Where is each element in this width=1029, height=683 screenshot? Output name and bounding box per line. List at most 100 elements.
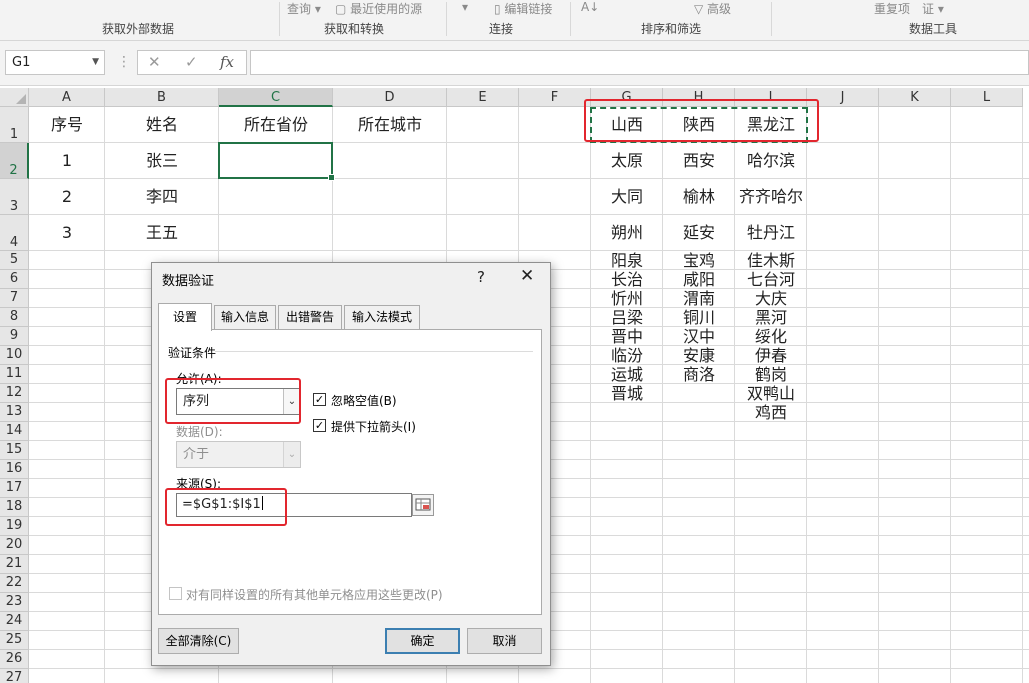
cell-a4[interactable]: 3 [29,215,105,251]
query-button[interactable]: 查询 ▾ [287,0,321,17]
cell-h9[interactable]: 汉中 [663,327,735,346]
apply-all-label[interactable]: 对有同样设置的所有其他单元格应用这些更改(P) [186,586,443,603]
name-box-dropdown-icon[interactable]: ▼ [92,51,99,74]
cell-i6[interactable]: 七台河 [735,270,807,289]
row-header-17[interactable]: 17 [0,479,29,498]
cell-b3[interactable]: 李四 [105,179,219,215]
row-header-24[interactable]: 24 [0,612,29,631]
cell-i3[interactable]: 齐齐哈尔 [735,179,807,215]
cell-g8[interactable]: 吕梁 [591,308,663,327]
row-header-21[interactable]: 21 [0,555,29,574]
ignore-blank-checkbox[interactable]: ✓ [313,393,326,406]
formula-input[interactable] [250,50,1029,75]
cell-g10[interactable]: 临汾 [591,346,663,365]
row-header-16[interactable]: 16 [0,460,29,479]
enter-formula-icon[interactable]: ✓ [185,53,198,71]
row-header-3[interactable]: 3 [0,179,29,215]
column-header-k[interactable]: K [879,88,951,107]
column-header-e[interactable]: E [447,88,519,107]
cell-g4[interactable]: 朔州 [591,215,663,251]
row-header-7[interactable]: 7 [0,289,29,308]
row-header-5[interactable]: 5 [0,251,29,270]
data-validation-button[interactable]: 证 ▾ [922,0,944,17]
cell-a2[interactable]: 1 [29,143,105,179]
cell-a3[interactable]: 2 [29,179,105,215]
row-header-12[interactable]: 12 [0,384,29,403]
cell-h11[interactable]: 商洛 [663,365,735,384]
cell-b1[interactable]: 姓名 [105,107,219,143]
cell-h6[interactable]: 咸阳 [663,270,735,289]
row-header-25[interactable]: 25 [0,631,29,650]
row-header-8[interactable]: 8 [0,308,29,327]
cell-g12[interactable]: 晋城 [591,384,663,403]
edit-links-button[interactable]: ▯ 编辑链接 [494,0,552,17]
cell-i9[interactable]: 绥化 [735,327,807,346]
cell-i11[interactable]: 鹤岗 [735,365,807,384]
advanced-filter-button[interactable]: ▽ 高级 [694,0,731,17]
row-header-15[interactable]: 15 [0,441,29,460]
row-header-4[interactable]: 4 [0,215,29,251]
cell-g9[interactable]: 晋中 [591,327,663,346]
column-header-a[interactable]: A [29,88,105,107]
row-header-9[interactable]: 9 [0,327,29,346]
column-header-c[interactable]: C [219,88,333,107]
cell-h8[interactable]: 铜川 [663,308,735,327]
row-header-18[interactable]: 18 [0,498,29,517]
cell-i5[interactable]: 佳木斯 [735,251,807,270]
cell-g3[interactable]: 大同 [591,179,663,215]
cell-i10[interactable]: 伊春 [735,346,807,365]
cell-h4[interactable]: 延安 [663,215,735,251]
cell-i7[interactable]: 大庆 [735,289,807,308]
ignore-blank-label[interactable]: 忽略空值(B) [331,392,397,409]
cell-h3[interactable]: 榆林 [663,179,735,215]
cell-h7[interactable]: 渭南 [663,289,735,308]
cell-g2[interactable]: 太原 [591,143,663,179]
row-header-10[interactable]: 10 [0,346,29,365]
cell-a1[interactable]: 序号 [29,107,105,143]
row-header-23[interactable]: 23 [0,593,29,612]
cell-h10[interactable]: 安康 [663,346,735,365]
cell-i2[interactable]: 哈尔滨 [735,143,807,179]
row-header-1[interactable]: 1 [0,107,29,143]
row-header-11[interactable]: 11 [0,365,29,384]
column-header-f[interactable]: F [519,88,591,107]
ok-button[interactable]: 确定 [385,628,460,654]
cell-h5[interactable]: 宝鸡 [663,251,735,270]
tab-ime-mode[interactable]: 输入法模式 [344,305,420,329]
cell-c1[interactable]: 所在省份 [219,107,333,143]
row-header-13[interactable]: 13 [0,403,29,422]
row-header-6[interactable]: 6 [0,270,29,289]
collapse-dialog-button[interactable] [412,494,434,516]
in-cell-dropdown-label[interactable]: 提供下拉箭头(I) [331,418,416,435]
in-cell-dropdown-checkbox[interactable]: ✓ [313,419,326,432]
column-header-l[interactable]: L [951,88,1023,107]
recent-sources-button[interactable]: ▢ 最近使用的源 [335,0,422,17]
row-header-14[interactable]: 14 [0,422,29,441]
cell-i12[interactable]: 双鸭山 [735,384,807,403]
column-header-b[interactable]: B [105,88,219,107]
cell-h2[interactable]: 西安 [663,143,735,179]
row-header-22[interactable]: 22 [0,574,29,593]
row-header-26[interactable]: 26 [0,650,29,669]
clear-all-button[interactable]: 全部清除(C) [158,628,239,654]
sort-icon[interactable]: A↓ [581,0,599,14]
tab-settings[interactable]: 设置 [158,303,212,331]
tab-input-message[interactable]: 输入信息 [214,305,276,329]
help-icon[interactable]: ? [477,268,485,286]
cell-g11[interactable]: 运城 [591,365,663,384]
row-header-20[interactable]: 20 [0,536,29,555]
row-header-19[interactable]: 19 [0,517,29,536]
cell-i4[interactable]: 牡丹江 [735,215,807,251]
cell-g7[interactable]: 忻州 [591,289,663,308]
tab-error-alert[interactable]: 出错警告 [278,305,342,329]
cell-d1[interactable]: 所在城市 [333,107,447,143]
active-cell-selector[interactable] [218,142,335,181]
cancel-button[interactable]: 取消 [467,628,542,654]
cell-b2[interactable]: 张三 [105,143,219,179]
name-box[interactable]: G1 ▼ [5,50,105,75]
remove-duplicates-button[interactable]: 重复项 [874,0,910,17]
row-header-27[interactable]: 27 [0,669,29,683]
apply-all-checkbox[interactable] [169,587,182,600]
cell-b4[interactable]: 王五 [105,215,219,251]
cell-g5[interactable]: 阳泉 [591,251,663,270]
